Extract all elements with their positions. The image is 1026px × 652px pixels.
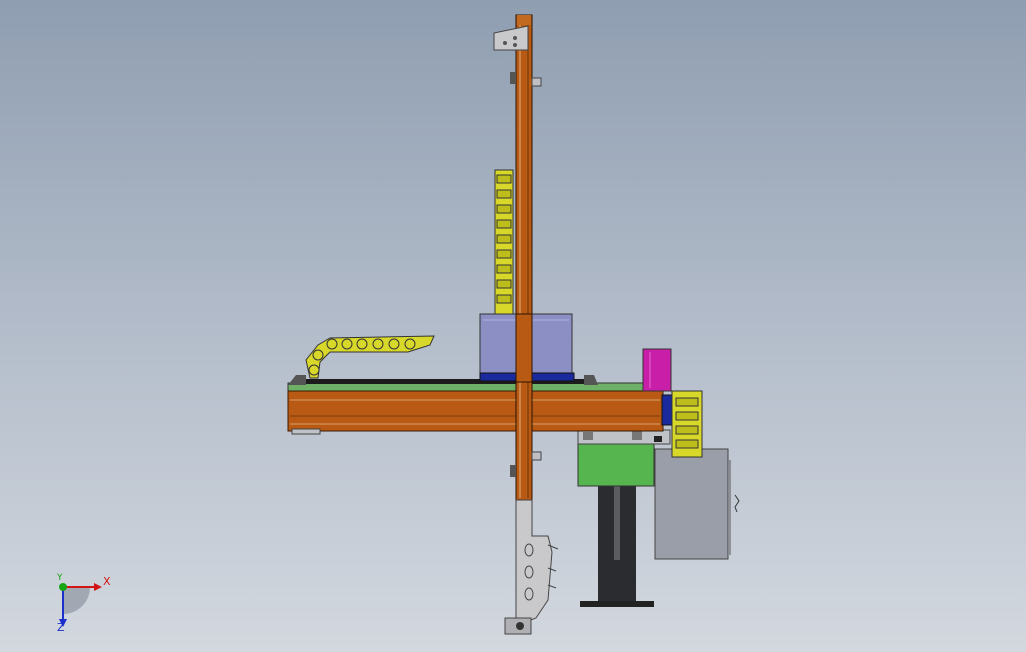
vertical-cable-chain	[494, 169, 514, 316]
z-axis-label: Z	[57, 621, 65, 634]
beam-mount-brackets	[577, 429, 671, 445]
horizontal-beam	[287, 375, 664, 435]
green-base-block	[577, 443, 655, 487]
support-column	[580, 485, 654, 607]
gantry-robot-model[interactable]	[0, 0, 1026, 652]
y-axis-dot	[59, 583, 67, 591]
side-cable-chain	[671, 390, 703, 458]
x-axis-label: X	[103, 575, 111, 588]
cad-viewport[interactable]: X Y Z	[0, 0, 1026, 652]
electrical-cabinet	[654, 448, 740, 560]
horizontal-cable-chain	[305, 335, 435, 379]
gripper-plate	[504, 499, 559, 635]
axis-triad	[59, 583, 102, 627]
carriage-box	[479, 313, 575, 383]
top-bracket-plate	[493, 25, 529, 51]
y-axis-label: Y	[57, 573, 63, 583]
